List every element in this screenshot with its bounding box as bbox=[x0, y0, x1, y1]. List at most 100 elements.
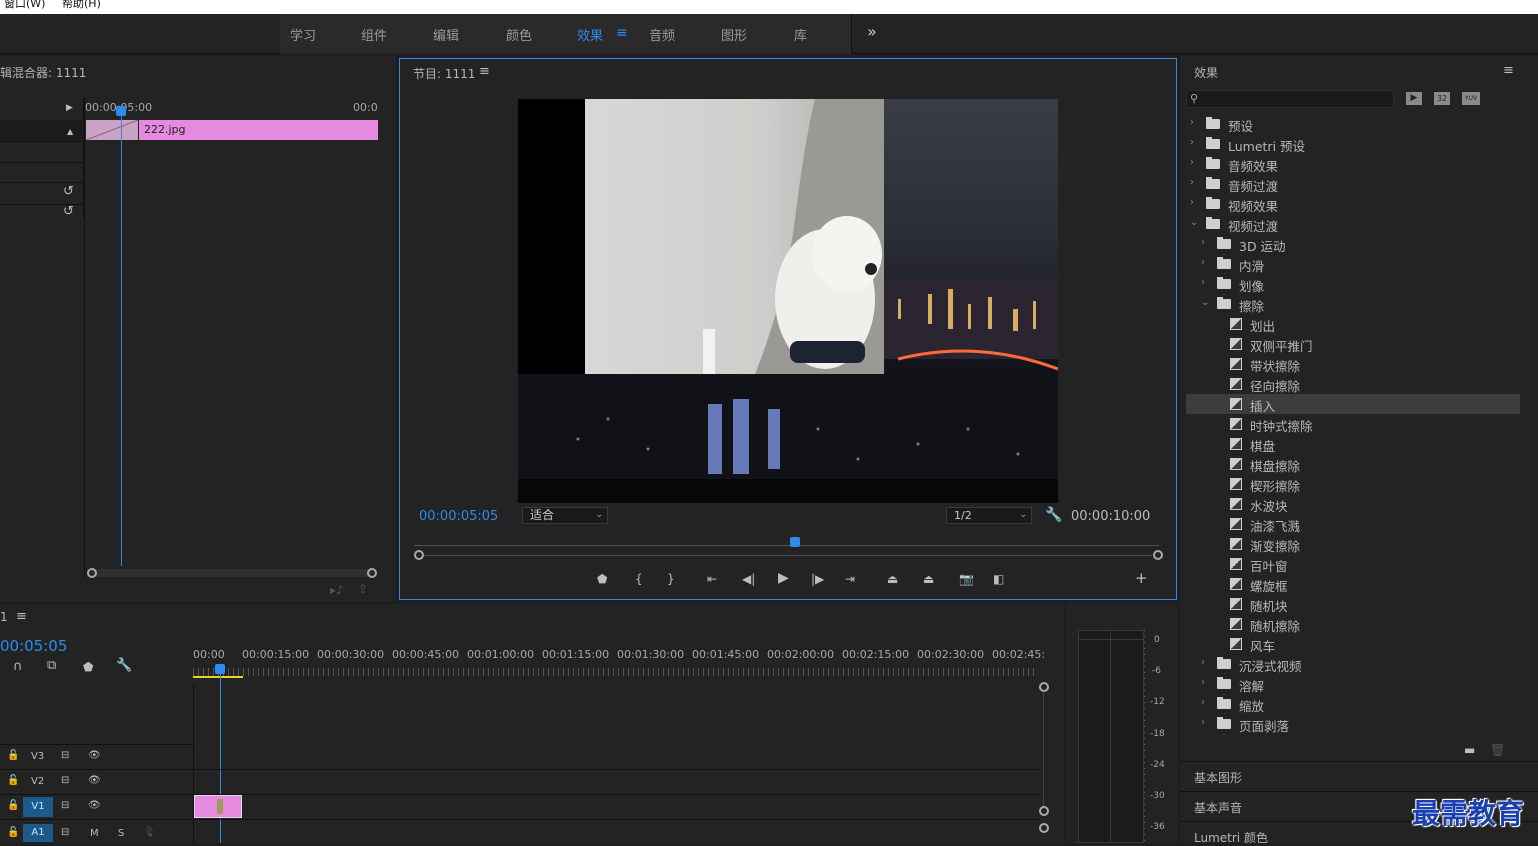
step-back-icon[interactable]: ◀| bbox=[742, 573, 755, 585]
mute-button[interactable]: M bbox=[90, 828, 99, 839]
scroll-right-handle[interactable] bbox=[367, 568, 377, 578]
linked-selection-icon[interactable]: ⧉ bbox=[47, 659, 56, 672]
effect-folder[interactable]: › 视频效果 bbox=[1186, 194, 1520, 214]
effect-folder[interactable]: › 预设 bbox=[1186, 114, 1520, 134]
reset-icon-2[interactable]: ↺ bbox=[63, 205, 74, 218]
chevron-right-icon[interactable]: › bbox=[1201, 677, 1205, 688]
source-clip[interactable]: 222.jpg bbox=[139, 120, 378, 140]
toggle-sync-icon[interactable]: ⊟ bbox=[61, 827, 69, 838]
resolution-dropdown[interactable]: 1/2 ⌄ bbox=[946, 507, 1032, 524]
go-to-out-icon[interactable]: ⇥ bbox=[845, 573, 855, 585]
effect-folder[interactable]: › 页面剥落 bbox=[1186, 714, 1520, 734]
timeline-menu-icon[interactable]: ≡ bbox=[16, 610, 27, 623]
add-marker-icon[interactable]: ⬟ bbox=[597, 573, 607, 585]
chevron-down-icon[interactable]: ⌄ bbox=[1190, 217, 1198, 228]
effect-folder[interactable]: › 沉浸式视频 bbox=[1186, 654, 1520, 674]
effects-search-input[interactable]: ⚲ bbox=[1186, 90, 1394, 108]
chevron-right-icon[interactable]: › bbox=[1190, 117, 1194, 128]
timeline-timecode[interactable]: 00:05:05 bbox=[0, 637, 67, 655]
export-icon[interactable]: ⇪ bbox=[358, 583, 368, 595]
chevron-right-icon[interactable]: › bbox=[1201, 657, 1205, 668]
reset-icon-1[interactable]: ↺ bbox=[63, 185, 74, 198]
effect-item[interactable]: 楔形擦除 bbox=[1186, 474, 1520, 494]
play-icon[interactable]: ▶ bbox=[778, 571, 789, 585]
tab-audio[interactable]: 音频 bbox=[649, 25, 675, 44]
transition-clip[interactable] bbox=[86, 120, 138, 140]
section-essential-graphics[interactable]: 基本图形 bbox=[1194, 769, 1242, 786]
program-menu-icon[interactable]: ≡ bbox=[479, 65, 490, 78]
effect-folder[interactable]: › 溶解 bbox=[1186, 674, 1520, 694]
timeline-clip-v1[interactable] bbox=[194, 795, 242, 818]
toggle-sync-icon[interactable]: ⊟ bbox=[61, 800, 69, 811]
source-playhead-handle[interactable] bbox=[116, 106, 126, 116]
chevron-down-icon[interactable]: ⌄ bbox=[1201, 297, 1209, 308]
extract-icon[interactable]: ⏏ bbox=[923, 573, 934, 585]
effect-item[interactable]: 双侧平推门 bbox=[1186, 334, 1520, 354]
eye-icon[interactable]: 👁 bbox=[88, 800, 101, 811]
add-marker-icon[interactable]: ⬟ bbox=[83, 661, 93, 673]
source-scrollbar[interactable] bbox=[92, 569, 372, 577]
effect-item[interactable]: 时钟式擦除 bbox=[1186, 414, 1520, 434]
toggle-sync-icon[interactable]: ⊟ bbox=[61, 775, 69, 786]
program-playhead[interactable] bbox=[790, 537, 800, 547]
effect-item[interactable]: 棋盘擦除 bbox=[1186, 454, 1520, 474]
menu-window[interactable]: 窗口(W) bbox=[4, 0, 45, 9]
v-scroll-top-handle[interactable] bbox=[1039, 682, 1049, 692]
tab-libraries[interactable]: 库 bbox=[794, 25, 807, 44]
effect-folder[interactable]: › Lumetri 预设 bbox=[1186, 134, 1520, 154]
effect-item[interactable]: 带状擦除 bbox=[1186, 354, 1520, 374]
chevron-right-icon[interactable]: › bbox=[1190, 197, 1194, 208]
section-essential-sound[interactable]: 基本声音 bbox=[1194, 799, 1242, 816]
wrench-icon[interactable]: 🔧 bbox=[1045, 508, 1062, 522]
comparison-view-icon[interactable]: ◧ bbox=[993, 573, 1004, 585]
v-scroll-bottom-handle[interactable] bbox=[1039, 806, 1049, 816]
lock-icon[interactable]: 🔓 bbox=[7, 827, 19, 838]
tab-graphics[interactable]: 图形 bbox=[721, 25, 747, 44]
collapse-triangle-icon[interactable]: ▲ bbox=[67, 126, 73, 138]
timeline-ruler[interactable]: 00:00 00:00:15:00 00:00:30:00 00:00:45:0… bbox=[193, 644, 1045, 684]
new-bin-icon[interactable]: ▬ bbox=[1464, 744, 1475, 756]
tab-learn[interactable]: 学习 bbox=[290, 25, 316, 44]
effect-folder[interactable]: ⌄ 擦除 bbox=[1186, 294, 1520, 314]
work-area-bar[interactable] bbox=[193, 676, 243, 678]
effect-folder[interactable]: › 音频过渡 bbox=[1186, 174, 1520, 194]
program-scrollbar-track[interactable] bbox=[422, 555, 1152, 556]
effect-item[interactable]: 水波块 bbox=[1186, 494, 1520, 514]
program-ruler[interactable] bbox=[414, 537, 1159, 549]
more-workspaces-icon[interactable]: » bbox=[867, 22, 877, 41]
go-to-in-icon[interactable]: ⇤ bbox=[707, 573, 717, 585]
accelerated-effects-icon[interactable]: ▶ bbox=[1406, 92, 1422, 105]
tab-editing[interactable]: 编辑 bbox=[433, 25, 459, 44]
transition-marker[interactable] bbox=[217, 799, 223, 814]
effect-folder[interactable]: ⌄ 视频过渡 bbox=[1186, 214, 1520, 234]
lift-icon[interactable]: ⏏ bbox=[887, 573, 898, 585]
effect-item[interactable]: 插入 bbox=[1186, 394, 1520, 414]
fit-dropdown[interactable]: 适合 ⌄ bbox=[522, 507, 608, 524]
timeline-settings-wrench-icon[interactable]: 🔧 bbox=[116, 659, 132, 672]
effect-item[interactable]: 径向擦除 bbox=[1186, 374, 1520, 394]
chevron-right-icon[interactable]: › bbox=[1201, 277, 1205, 288]
tab-assembly[interactable]: 组件 bbox=[361, 25, 387, 44]
delete-icon[interactable]: 🗑 bbox=[1490, 744, 1505, 756]
chevron-right-icon[interactable]: › bbox=[1201, 237, 1205, 248]
scroll-left-handle[interactable] bbox=[87, 568, 97, 578]
effect-folder[interactable]: › 缩放 bbox=[1186, 694, 1520, 714]
32bit-effects-icon[interactable]: 32 bbox=[1434, 92, 1450, 105]
microphone-icon[interactable]: 🎙 bbox=[143, 827, 156, 838]
program-timecode[interactable]: 00:00:05:05 bbox=[419, 509, 498, 524]
chevron-right-icon[interactable]: › bbox=[1190, 177, 1194, 188]
chevron-right-icon[interactable]: › bbox=[1190, 137, 1194, 148]
play-triangle-icon[interactable]: ▶ bbox=[66, 102, 73, 114]
chevron-right-icon[interactable]: › bbox=[1190, 157, 1194, 168]
mark-in-icon[interactable]: { bbox=[635, 573, 643, 585]
export-frame-icon[interactable]: 📷 bbox=[959, 573, 974, 585]
eye-icon[interactable]: 👁 bbox=[88, 775, 101, 786]
tab-color[interactable]: 颜色 bbox=[506, 25, 532, 44]
effect-item[interactable]: 渐变擦除 bbox=[1186, 534, 1520, 554]
section-lumetri-color[interactable]: Lumetri 颜色 bbox=[1194, 829, 1268, 846]
solo-button[interactable]: S bbox=[118, 828, 124, 839]
scroll-left-handle[interactable] bbox=[414, 550, 424, 560]
track-label-v1[interactable]: V1 bbox=[23, 797, 53, 817]
tab-effects-menu-icon[interactable]: ≡ bbox=[616, 25, 628, 41]
effect-item[interactable]: 风车 bbox=[1186, 634, 1520, 654]
